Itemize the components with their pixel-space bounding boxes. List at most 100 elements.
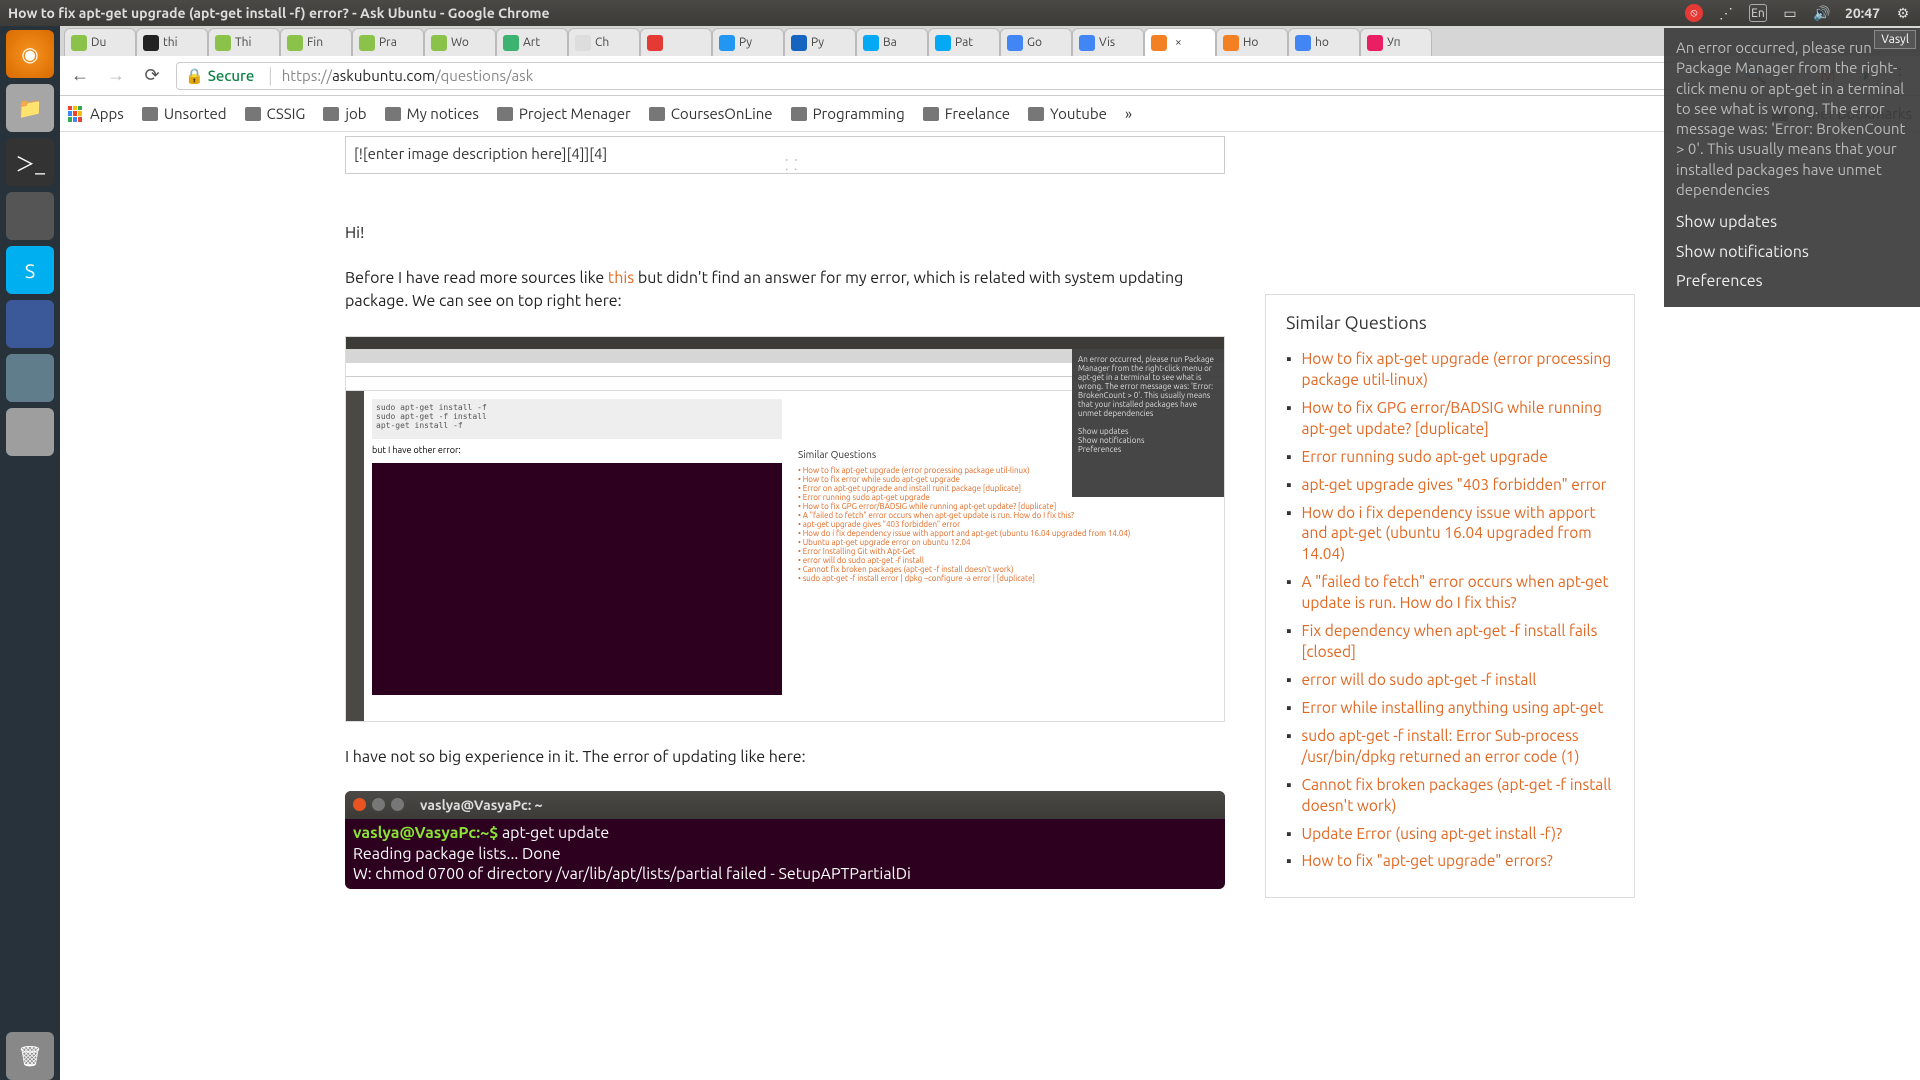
similar-item: Update Error (using apt-get install -f)? xyxy=(1286,824,1614,845)
terminal-output: vaslya@VasyaPc: ~ vaslya@VasyaPc:~$ apt-… xyxy=(345,791,1225,889)
similar-heading: Similar Questions xyxy=(1286,313,1614,333)
bookmark-folder[interactable]: Freelance xyxy=(923,105,1010,122)
tab-favicon xyxy=(791,35,807,51)
similar-link[interactable]: Fix dependency when apt-get -f install f… xyxy=(1302,621,1615,663)
skype-icon[interactable]: S xyxy=(6,246,54,294)
body-link[interactable]: this xyxy=(608,269,634,287)
url-path: /questions/ask xyxy=(435,67,533,84)
files-icon[interactable]: 📁 xyxy=(6,84,54,132)
bookmark-folder[interactable]: Youtube xyxy=(1028,105,1107,122)
no-entry-icon[interactable]: ⦸ xyxy=(1685,4,1703,22)
similar-item: Fix dependency when apt-get -f install f… xyxy=(1286,621,1614,663)
tab-favicon xyxy=(287,35,303,51)
lock-icon: 🔒 xyxy=(185,67,204,85)
browser-tab[interactable]: Py xyxy=(712,28,784,56)
launcher-app[interactable] xyxy=(6,354,54,402)
url-bar[interactable]: 🔒Secure │ https://askubuntu.com/question… xyxy=(176,62,1732,90)
similar-link[interactable]: apt-get upgrade gives "403 forbidden" er… xyxy=(1302,475,1607,496)
bookmark-folder[interactable]: Project Menager xyxy=(497,105,631,122)
tab-favicon xyxy=(503,35,519,51)
secure-badge: 🔒Secure xyxy=(185,67,254,85)
browser-tab[interactable]: Art xyxy=(496,28,568,56)
notification-popup[interactable]: An error occurred, please run Package Ma… xyxy=(1664,28,1920,307)
terminal-icon[interactable]: ＞_ xyxy=(6,138,54,186)
battery-icon[interactable]: ▭ xyxy=(1781,4,1799,22)
bookmark-overflow[interactable]: » xyxy=(1125,105,1132,122)
system-tray: ⦸ ⋰ En ▭ 🔊 20:47 ⚙ xyxy=(1685,4,1912,22)
browser-tab[interactable]: Fin xyxy=(280,28,352,56)
keyboard-lang[interactable]: En xyxy=(1749,4,1767,22)
similar-link[interactable]: error will do sudo apt-get -f install xyxy=(1302,670,1537,691)
browser-tab[interactable]: Pra xyxy=(352,28,424,56)
browser-tab[interactable]: Ch xyxy=(568,28,640,56)
similar-link[interactable]: Update Error (using apt-get install -f)? xyxy=(1302,824,1563,845)
browser-tab[interactable]: Ba xyxy=(856,28,928,56)
notif-show-updates[interactable]: Show updates xyxy=(1676,208,1908,238)
launcher-app[interactable] xyxy=(6,192,54,240)
browser-tab[interactable]: Vis xyxy=(1072,28,1144,56)
minimize-icon[interactable] xyxy=(372,798,385,811)
tab-favicon xyxy=(1223,35,1239,51)
back-button[interactable]: ← xyxy=(68,64,92,88)
browser-tab[interactable]: Уп xyxy=(1360,28,1432,56)
notif-preferences[interactable]: Preferences xyxy=(1676,267,1908,297)
dash-icon[interactable]: ◉ xyxy=(6,30,54,78)
similar-link[interactable]: Error running sudo apt-get upgrade xyxy=(1302,447,1548,468)
browser-tab[interactable]: Pat xyxy=(928,28,1000,56)
browser-tab[interactable]: × xyxy=(1144,28,1216,56)
wifi-icon[interactable]: ⋰ xyxy=(1717,4,1735,22)
similar-link[interactable]: How do i fix dependency issue with appor… xyxy=(1302,503,1615,566)
browser-tab[interactable]: ho xyxy=(1288,28,1360,56)
launcher-app[interactable] xyxy=(6,300,54,348)
bookmark-folder[interactable]: My notices xyxy=(385,105,479,122)
similar-link[interactable]: A "failed to fetch" error occurs when ap… xyxy=(1302,572,1615,614)
similar-link[interactable]: Error while installing anything using ap… xyxy=(1302,698,1604,719)
browser-tab[interactable]: thi xyxy=(136,28,208,56)
tab-favicon xyxy=(863,35,879,51)
clock[interactable]: 20:47 xyxy=(1845,5,1880,21)
apps-button[interactable]: Apps xyxy=(68,105,124,122)
gear-icon[interactable]: ⚙ xyxy=(1894,4,1912,22)
similar-link[interactable]: How to fix "apt-get upgrade" errors? xyxy=(1302,851,1553,872)
embedded-screenshot[interactable]: sudo apt-get install -fsudo apt-get -f i… xyxy=(345,336,1225,722)
tab-favicon xyxy=(143,35,159,51)
browser-tab[interactable]: Py xyxy=(784,28,856,56)
reload-button[interactable]: ⟳ xyxy=(140,64,164,88)
omnibar: ← → ⟳ 🔒Secure │ https://askubuntu.com/qu… xyxy=(60,56,1920,96)
folder-icon xyxy=(497,107,513,121)
tab-favicon xyxy=(431,35,447,51)
browser-tab[interactable]: Wo xyxy=(424,28,496,56)
browser-tab[interactable] xyxy=(640,28,712,56)
unity-launcher: ◉ 📁 ＞_ S 🗑 xyxy=(0,26,60,1080)
notif-show-notifications[interactable]: Show notifications xyxy=(1676,238,1908,268)
terminal-body: vaslya@VasyaPc:~$ apt-get update Reading… xyxy=(345,819,1225,889)
markdown-editor[interactable]: [![enter image description here][4]][4] xyxy=(345,136,1225,174)
maximize-icon[interactable] xyxy=(391,798,404,811)
folder-icon xyxy=(923,107,939,121)
similar-link[interactable]: sudo apt-get -f install: Error Sub-proce… xyxy=(1302,726,1615,768)
browser-tab[interactable]: Ho xyxy=(1216,28,1288,56)
main-column: [![enter image description here][4]][4] … xyxy=(345,136,1225,1080)
similar-item: How to fix GPG error/BADSIG while runnin… xyxy=(1286,398,1614,440)
bookmark-folder[interactable]: CoursesOnLine xyxy=(649,105,773,122)
launcher-app[interactable] xyxy=(6,408,54,456)
chrome-window: DuthiThiFinPraWoArtChPyPyBaPatGoVis×Hoho… xyxy=(60,26,1920,1080)
volume-icon[interactable]: 🔊 xyxy=(1813,4,1831,22)
similar-link[interactable]: How to fix GPG error/BADSIG while runnin… xyxy=(1302,398,1615,440)
browser-tab[interactable]: Go xyxy=(1000,28,1072,56)
forward-button[interactable]: → xyxy=(104,64,128,88)
bookmark-folder[interactable]: CSSIG xyxy=(245,105,306,122)
trash-icon[interactable]: 🗑 xyxy=(6,1032,54,1080)
similar-link[interactable]: Cannot fix broken packages (apt-get -f i… xyxy=(1302,775,1615,817)
tab-favicon xyxy=(719,35,735,51)
tab-favicon xyxy=(575,35,591,51)
bookmark-folder[interactable]: Unsorted xyxy=(142,105,227,122)
browser-tab[interactable]: Du xyxy=(64,28,136,56)
bookmark-folder[interactable]: Programming xyxy=(791,105,905,122)
close-icon[interactable] xyxy=(353,798,366,811)
similar-link[interactable]: How to fix apt-get upgrade (error proces… xyxy=(1302,349,1615,391)
close-icon[interactable]: × xyxy=(1175,36,1182,49)
similar-item: A "failed to fetch" error occurs when ap… xyxy=(1286,572,1614,614)
bookmark-folder[interactable]: job xyxy=(323,105,366,122)
browser-tab[interactable]: Thi xyxy=(208,28,280,56)
